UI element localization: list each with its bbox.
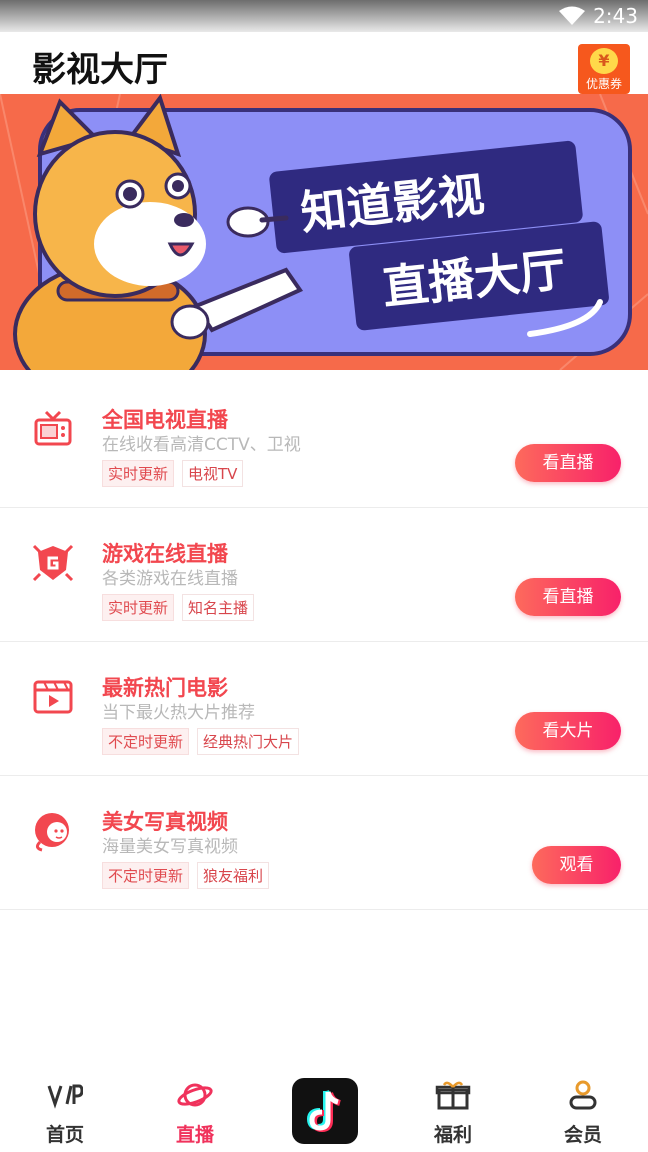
item-desc: 各类游戏在线直播	[102, 569, 238, 589]
list-item[interactable]: 最新热门电影 当下最火热大片推荐 不定时更新 经典热门大片 看大片	[0, 642, 648, 776]
tab-label: 会员	[563, 1124, 602, 1146]
tag: 经典热门大片	[197, 728, 300, 755]
tag: 知名主播	[182, 594, 255, 621]
list-item[interactable]: 美女写真视频 海量美女写真视频 不定时更新 狼友福利 观看	[0, 776, 648, 910]
tag-group: 不定时更新 经典热门大片	[102, 728, 300, 755]
tag: 狼友福利	[197, 862, 270, 889]
watch-live-button[interactable]: 看直播	[515, 444, 621, 482]
wifi-icon	[559, 6, 586, 25]
tag: 不定时更新	[102, 862, 190, 889]
tab-label: 首页	[45, 1124, 84, 1146]
planet-icon	[177, 1083, 213, 1107]
tv-icon	[34, 410, 72, 446]
tag: 实时更新	[102, 594, 175, 621]
promo-banner[interactable]: 知道影视 直播大厅	[0, 94, 648, 370]
list-item[interactable]: 全国电视直播 在线收看高清CCTV、卫视 实时更新 电视TV 看直播	[0, 374, 648, 508]
tag-group: 不定时更新 狼友福利	[102, 862, 270, 889]
vip-icon	[47, 1084, 83, 1109]
tag: 不定时更新	[102, 728, 190, 755]
gift-icon	[435, 1081, 471, 1110]
girl-icon	[35, 813, 69, 852]
tab-live[interactable]: 直播	[150, 1070, 240, 1152]
tag: 电视TV	[182, 460, 244, 487]
tab-member[interactable]: 会员	[538, 1070, 628, 1152]
app-header: 影视大厅 ¥ 优惠券	[0, 32, 648, 94]
movie-icon	[33, 680, 73, 714]
yuan-coin-icon: ¥	[590, 48, 618, 74]
tab-home[interactable]: 首页	[20, 1070, 110, 1152]
bottom-tab-bar: 首页 直播 福利 会员	[0, 1070, 648, 1152]
channel-list: 全国电视直播 在线收看高清CCTV、卫视 实时更新 电视TV 看直播 游戏在线直…	[0, 374, 648, 910]
item-desc: 当下最火热大片推荐	[102, 703, 255, 723]
watch-movie-button[interactable]: 看大片	[515, 712, 621, 750]
game-shield-icon	[32, 544, 74, 582]
watch-button[interactable]: 观看	[532, 846, 621, 884]
page-title: 影视大厅	[32, 50, 168, 90]
coupon-button[interactable]: ¥ 优惠券	[578, 44, 630, 94]
list-item[interactable]: 游戏在线直播 各类游戏在线直播 实时更新 知名主播 看直播	[0, 508, 648, 642]
watch-live-button[interactable]: 看直播	[515, 578, 621, 616]
tag-group: 实时更新 知名主播	[102, 594, 255, 621]
tab-label: 直播	[175, 1124, 214, 1146]
coupon-label: 优惠券	[585, 77, 622, 91]
tab-label: 福利	[433, 1124, 472, 1146]
item-desc: 海量美女写真视频	[102, 837, 238, 857]
status-time: 2:43	[593, 4, 638, 28]
tab-welfare[interactable]: 福利	[408, 1070, 498, 1152]
item-desc: 在线收看高清CCTV、卫视	[102, 435, 301, 455]
status-bar: 2:43	[0, 0, 648, 32]
user-icon	[569, 1080, 597, 1110]
tiktok-icon	[306, 1090, 341, 1133]
tag: 实时更新	[102, 460, 175, 487]
banner-illustration: 知道影视 直播大厅	[0, 94, 648, 370]
tiktok-button[interactable]	[292, 1078, 358, 1144]
tag-group: 实时更新 电视TV	[102, 460, 244, 487]
